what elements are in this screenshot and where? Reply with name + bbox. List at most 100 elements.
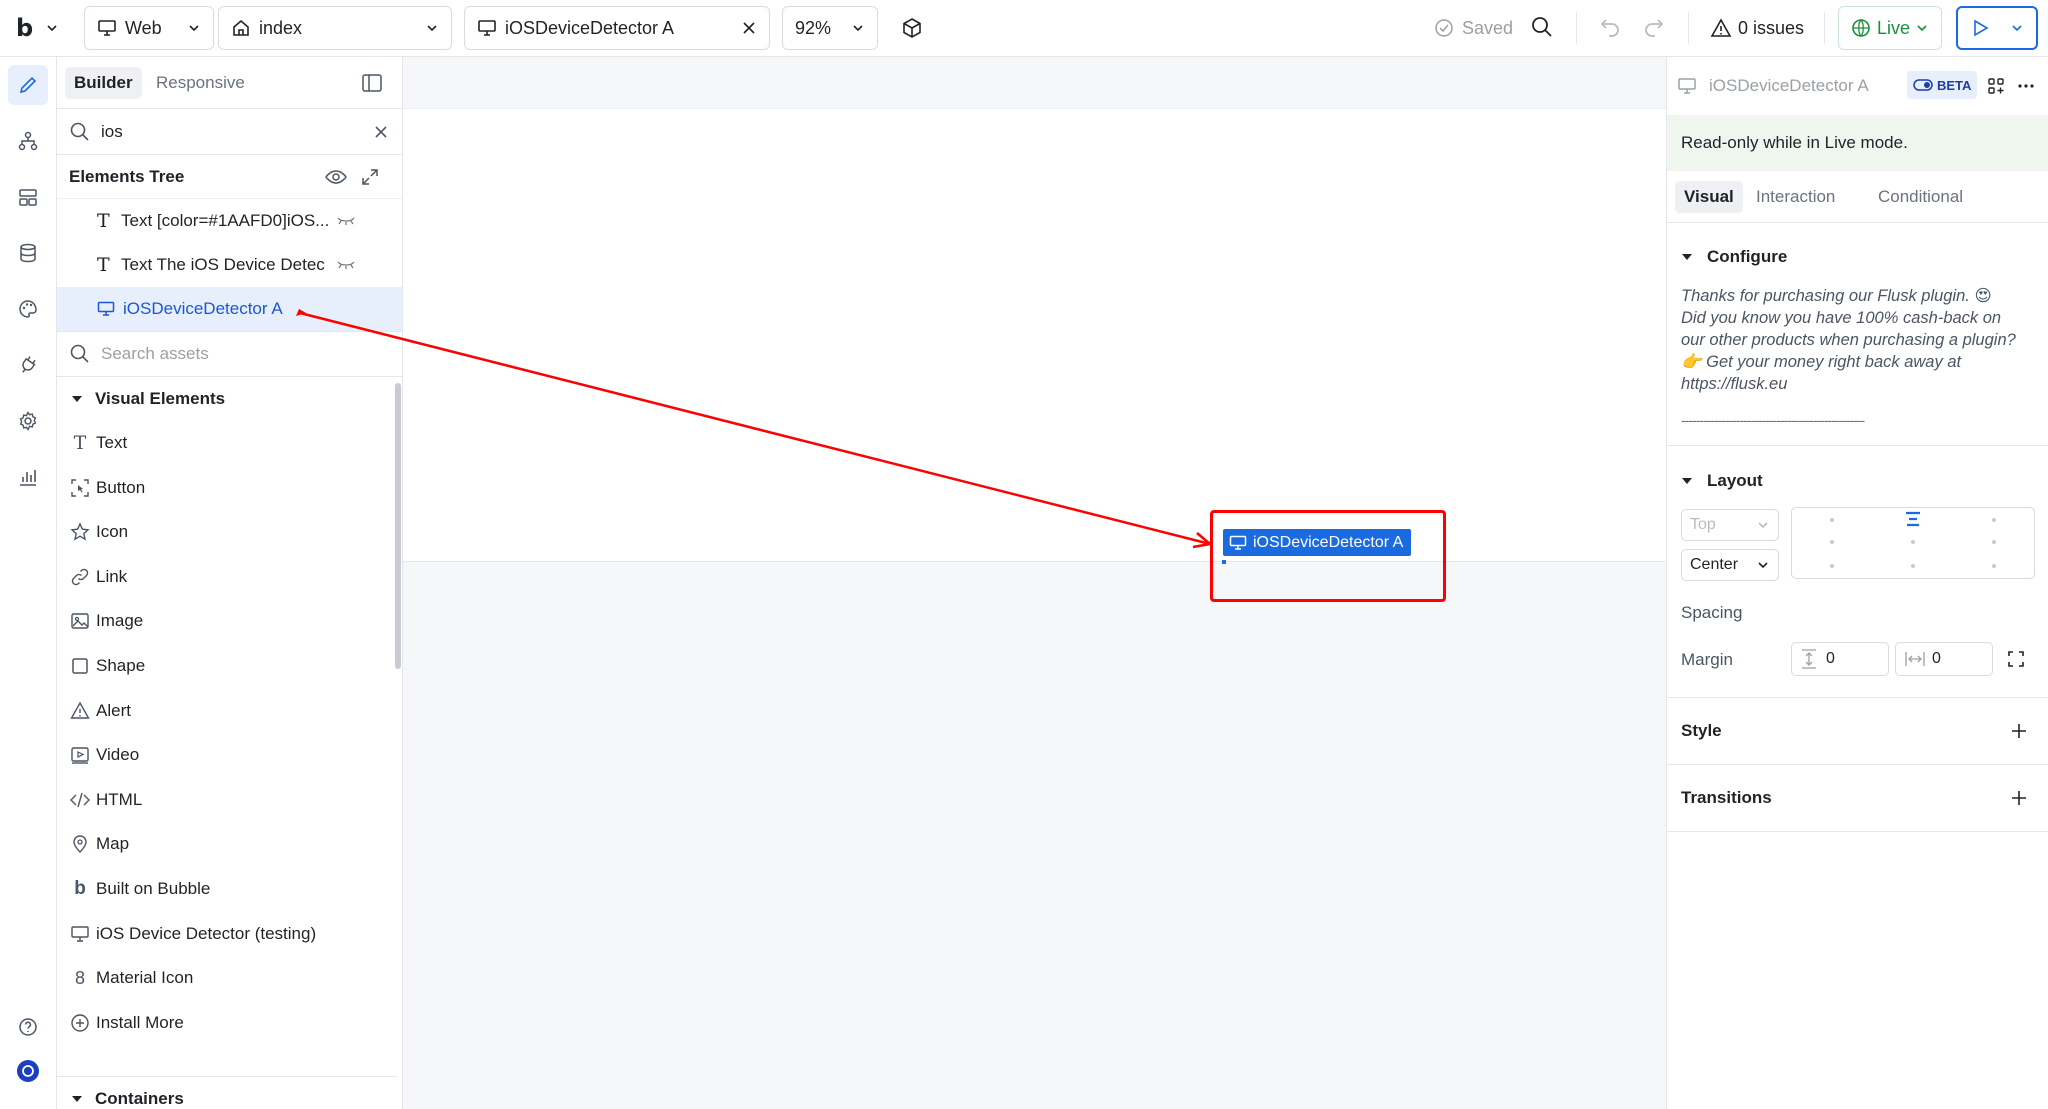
transitions-title: Transitions <box>1681 788 1772 807</box>
rail-plugins[interactable] <box>8 345 48 385</box>
bar-chart-icon <box>20 470 36 486</box>
align-dot[interactable] <box>1911 564 1915 568</box>
transitions-header[interactable]: Transitions <box>1667 765 2048 831</box>
asset-item-video[interactable]: Video <box>57 733 397 777</box>
align-dot[interactable] <box>1830 518 1834 522</box>
rail-design[interactable] <box>8 65 48 105</box>
left-panel-scrollbar[interactable] <box>395 383 401 669</box>
rail-workflow[interactable] <box>8 121 48 161</box>
asset-item-link[interactable]: Link <box>57 555 397 599</box>
asset-item-map[interactable]: Map <box>57 822 397 866</box>
tab-interaction[interactable]: Interaction <box>1747 181 1844 213</box>
bubble-logo-icon: b <box>16 14 34 42</box>
cube-button[interactable] <box>900 16 924 40</box>
live-select[interactable]: Live <box>1838 6 1942 50</box>
asset-item-shape[interactable]: Shape <box>57 644 397 688</box>
tree-item-text-1[interactable]: T Text [color=#1AAFD0]iOS... <box>57 199 402 243</box>
asset-item-ios-device-detector-testing[interactable]: iOS Device Detector (testing) <box>57 912 397 956</box>
search-button[interactable] <box>1530 15 1554 39</box>
platform-select[interactable]: Web <box>84 6 214 50</box>
rail-logs[interactable] <box>8 457 48 497</box>
style-header[interactable]: Style <box>1667 698 2048 764</box>
asset-item-install-more[interactable]: Install More <box>57 1001 397 1045</box>
asset-item-built-on-bubble[interactable]: b Built on Bubble <box>57 867 397 911</box>
alignment-grid[interactable] <box>1791 507 2035 579</box>
eye-closed-icon[interactable] <box>337 260 355 270</box>
containers-header[interactable]: Containers <box>57 1076 397 1109</box>
asset-item-image[interactable]: Image <box>57 599 397 643</box>
apps-icon[interactable] <box>1987 77 2005 95</box>
issues-button[interactable]: 0 issues <box>1710 15 1804 41</box>
eye-closed-icon[interactable] <box>337 216 355 226</box>
configure-header[interactable]: Configure <box>1667 235 2048 279</box>
margin-horizontal-input[interactable]: 0 <box>1895 642 1993 676</box>
asset-item-label: Built on Bubble <box>96 879 211 898</box>
toggle-panel-button[interactable] <box>361 73 383 93</box>
margin-expand-icon[interactable] <box>2007 650 2025 668</box>
plus-icon[interactable] <box>2011 723 2027 739</box>
vertical-align-select[interactable]: Top <box>1681 509 1779 541</box>
align-dot[interactable] <box>1830 540 1834 544</box>
page-select[interactable]: index <box>218 6 452 50</box>
align-dot[interactable] <box>1830 564 1834 568</box>
asset-item-button[interactable]: Button <box>57 466 397 510</box>
margin-horizontal-value: 0 <box>1932 650 1941 667</box>
text-icon: T <box>97 254 110 276</box>
align-top-center-icon[interactable] <box>1904 510 1922 530</box>
align-dot[interactable] <box>1992 564 1996 568</box>
tree-item-text-2[interactable]: T Text The iOS Device Detec <box>57 243 402 287</box>
cube-icon <box>903 18 921 38</box>
section-divider <box>1667 445 2048 446</box>
layout-header[interactable]: Layout <box>1667 459 2048 503</box>
align-dot[interactable] <box>1992 518 1996 522</box>
tab-responsive[interactable]: Responsive <box>147 67 254 99</box>
layout-title: Layout <box>1707 471 1763 490</box>
align-dot[interactable] <box>1911 540 1915 544</box>
editor-canvas[interactable]: iOSDeviceDetector A <box>403 57 1666 1109</box>
zoom-select[interactable]: 92% <box>782 6 878 50</box>
horizontal-align-select[interactable]: Center <box>1681 549 1779 581</box>
tree-item-ios-detector[interactable]: iOSDeviceDetector A <box>57 287 402 331</box>
rail-data[interactable] <box>8 233 48 273</box>
rail-styles[interactable] <box>8 289 48 329</box>
user-avatar[interactable] <box>8 1051 48 1091</box>
rail-data-types[interactable] <box>8 177 48 217</box>
redo-button[interactable] <box>1642 15 1666 39</box>
visual-elements-header[interactable]: Visual Elements <box>57 377 397 421</box>
asset-item-text[interactable]: T Text <box>57 421 397 465</box>
tab-visual[interactable]: Visual <box>1675 181 1743 213</box>
eye-icon[interactable] <box>325 169 347 185</box>
palette-icon <box>19 300 37 318</box>
tree-search[interactable]: ios <box>57 109 402 155</box>
page-surface[interactable] <box>403 109 1666 562</box>
asset-item-html[interactable]: HTML <box>57 778 397 822</box>
horizontal-align-value: Center <box>1690 556 1739 573</box>
margin-vertical-value: 0 <box>1826 650 1835 667</box>
preview-button[interactable] <box>1956 6 2038 50</box>
align-dot[interactable] <box>1992 540 1996 544</box>
clear-search-icon[interactable] <box>373 124 389 140</box>
rail-help[interactable] <box>8 1007 48 1047</box>
asset-item-label: iOS Device Detector (testing) <box>96 923 317 943</box>
beta-badge[interactable]: BETA <box>1907 71 1978 99</box>
toolbar-divider <box>1688 12 1689 44</box>
tab-builder[interactable]: Builder <box>65 67 142 99</box>
monitor-icon <box>97 301 115 316</box>
asset-item-alert[interactable]: Alert <box>57 689 397 733</box>
asset-item-material-icon[interactable]: 8 Material Icon <box>57 956 397 1000</box>
close-icon[interactable] <box>741 20 757 36</box>
app-menu[interactable]: b <box>16 10 59 46</box>
margin-vertical-input[interactable]: 0 <box>1791 642 1889 676</box>
tab-conditional[interactable]: Conditional <box>1869 181 1972 213</box>
zoom-label: 92% <box>795 17 832 38</box>
more-icon[interactable] <box>2017 83 2035 89</box>
plus-icon[interactable] <box>2011 790 2027 806</box>
expand-icon[interactable] <box>361 168 379 186</box>
element-tab[interactable]: iOSDeviceDetector A <box>464 6 770 50</box>
asset-item-icon[interactable]: Icon <box>57 510 397 554</box>
gear-icon <box>19 411 37 431</box>
assets-search[interactable]: Search assets <box>57 331 402 377</box>
undo-button[interactable] <box>1598 15 1622 39</box>
redo-icon <box>1645 19 1664 37</box>
rail-settings[interactable] <box>8 401 48 441</box>
